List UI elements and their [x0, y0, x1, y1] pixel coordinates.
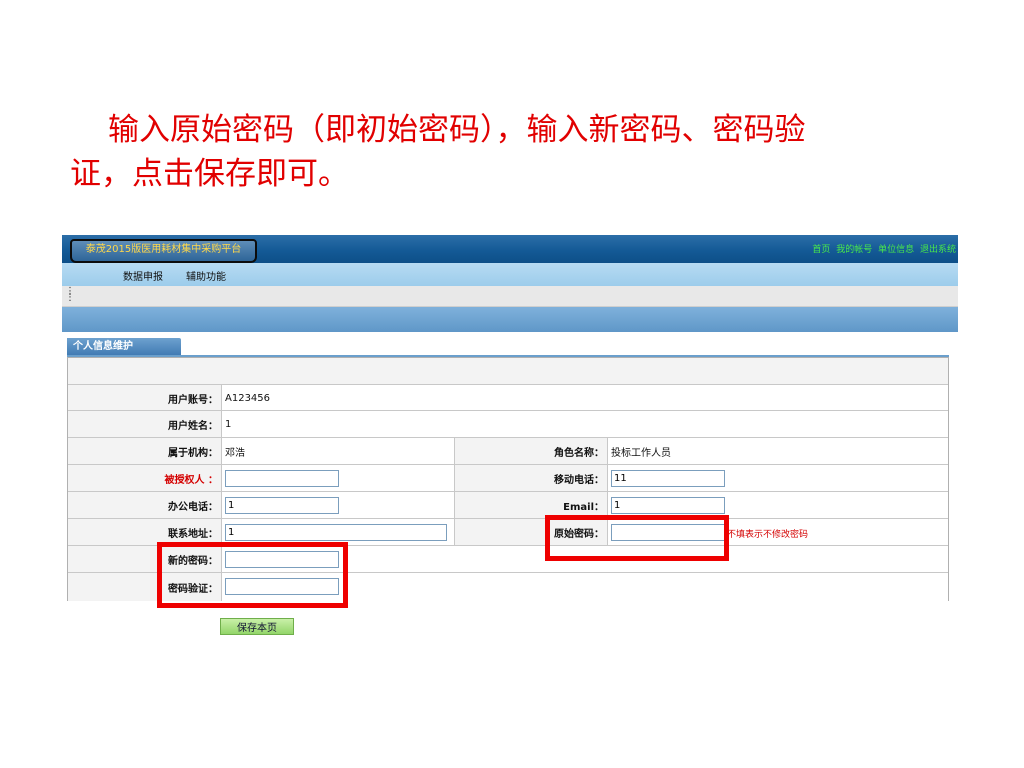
role-value: 投标工作人员 [611, 448, 671, 459]
form-row-org-role: 属于机构： 邓浩 角色名称： 投标工作人员 [68, 437, 948, 465]
top-link-unit-info[interactable]: 单位信息 [878, 245, 914, 255]
form-blank-row [68, 358, 948, 384]
name-label: 用户姓名： [68, 411, 221, 438]
personal-info-form: 用户账号： A123456 用户姓名： 1 属于机构： 邓浩 角色名称： 投标工… [67, 357, 949, 601]
org-value: 邓浩 [225, 448, 245, 459]
menu-bar: 数据申报 辅助功能 [62, 263, 958, 286]
orig-pwd-label: 原始密码： [454, 519, 607, 546]
instruction-line-2: 证，点击保存即可。 [70, 156, 349, 192]
email-input[interactable] [611, 497, 725, 514]
orig-pwd-hint: 不填表示不修改密码 [727, 530, 809, 540]
grip-handle-icon[interactable]: ⋮ ⋮ [65, 287, 75, 303]
new-pwd-label: 新的密码： [68, 546, 221, 573]
app-header: 泰茂2015版医用耗材集中采购平台 首页 我的帐号 单位信息 退出系统 [62, 235, 958, 263]
new-pwd-input[interactable] [225, 551, 339, 568]
top-link-home[interactable]: 首页 [812, 245, 830, 255]
menu-item-data-report[interactable]: 数据申报 [123, 268, 163, 283]
form-row-authorized-mobile: 被授权人 ： 移动电话： [68, 464, 948, 492]
address-label: 联系地址： [68, 519, 221, 546]
app-title: 泰茂2015版医用耗材集中采购平台 [70, 239, 257, 263]
address-input[interactable] [225, 524, 447, 541]
org-label: 属于机构： [68, 438, 221, 465]
email-label: Email： [454, 492, 607, 519]
sub-header-bar [62, 307, 958, 332]
authorized-input[interactable] [225, 470, 339, 487]
orig-pwd-input[interactable] [611, 524, 725, 541]
office-phone-input[interactable] [225, 497, 339, 514]
instruction-line-1: 输入原始密码（即初始密码），输入新密码、密码验 [108, 112, 806, 148]
confirm-pwd-input[interactable] [225, 578, 339, 595]
confirm-pwd-label: 密码验证： [68, 573, 221, 601]
instruction-text: 输入原始密码（即初始密码），输入新密码、密码验 证，点击保存即可。 [70, 108, 950, 196]
form-row-name: 用户姓名： 1 [68, 410, 948, 438]
menu-item-aux-functions[interactable]: 辅助功能 [186, 268, 226, 283]
tab-personal-info[interactable]: 个人信息维护 [67, 338, 181, 356]
top-links: 首页 我的帐号 单位信息 退出系统 [809, 242, 956, 255]
account-value: A123456 [225, 392, 271, 404]
top-link-account[interactable]: 我的帐号 [836, 245, 872, 255]
top-link-logout[interactable]: 退出系统 [920, 245, 956, 255]
mobile-input[interactable] [611, 470, 725, 487]
account-label: 用户账号： [68, 385, 221, 411]
toolbar-strip: ⋮ ⋮ [62, 286, 958, 307]
app-window: 泰茂2015版医用耗材集中采购平台 首页 我的帐号 单位信息 退出系统 数据申报… [62, 235, 958, 635]
mobile-label: 移动电话： [454, 465, 607, 492]
form-row-confirm-pwd: 密码验证： [68, 572, 948, 601]
name-value: 1 [225, 419, 232, 430]
role-label: 角色名称： [454, 438, 607, 465]
form-row-account: 用户账号： A123456 [68, 384, 948, 411]
form-row-phone-email: 办公电话： Email： [68, 491, 948, 519]
office-phone-label: 办公电话： [68, 492, 221, 519]
form-row-address-origpwd: 联系地址： 原始密码： 不填表示不修改密码 [68, 518, 948, 546]
authorized-label: 被授权人 ： [68, 465, 221, 492]
form-row-new-pwd: 新的密码： [68, 545, 948, 573]
save-button[interactable]: 保存本页 [220, 618, 294, 635]
